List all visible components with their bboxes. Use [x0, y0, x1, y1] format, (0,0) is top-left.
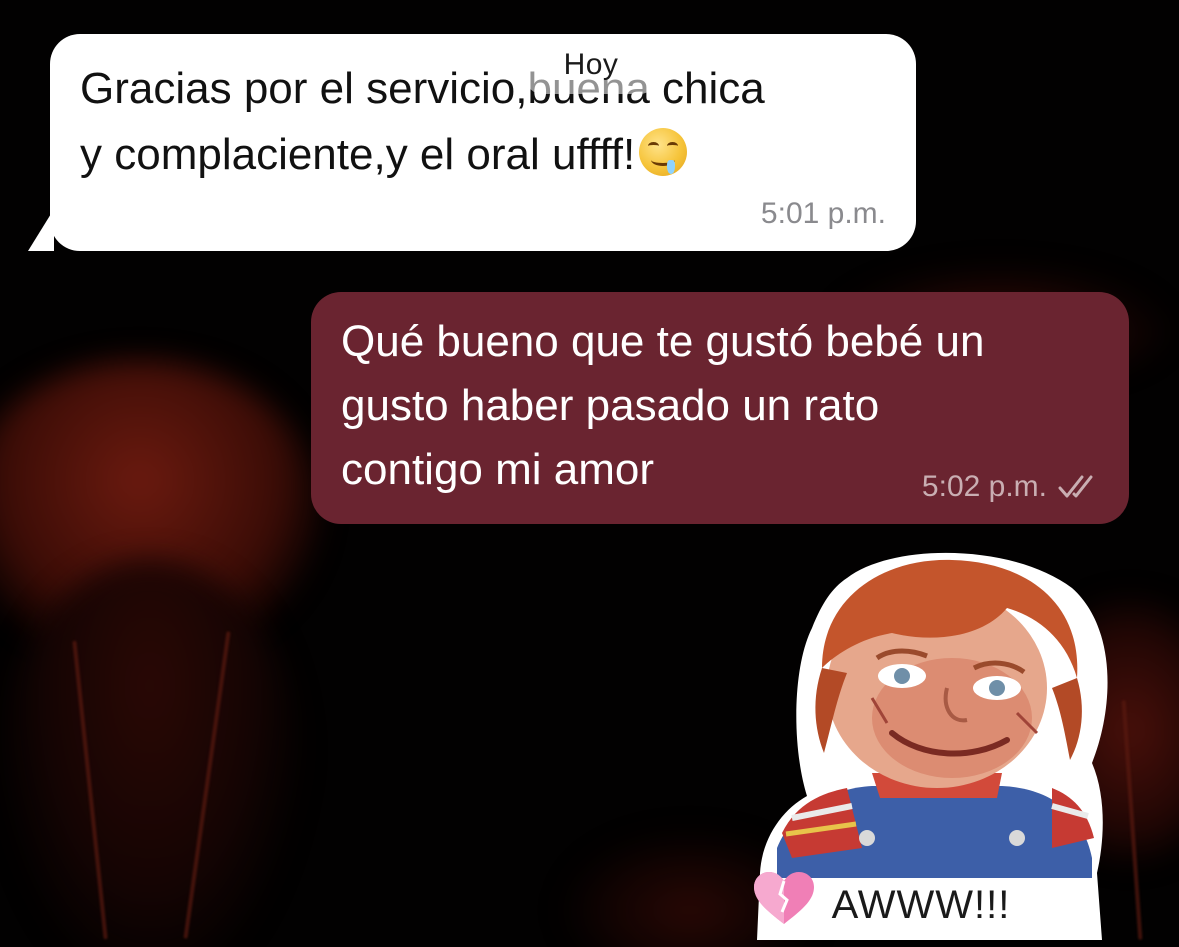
message-meta: 5:02 p.m. — [922, 470, 1101, 504]
message-timestamp: 5:02 p.m. — [921, 470, 1047, 503]
date-separator: Hoy — [526, 38, 656, 94]
message-line: gusto haber pasado un rato — [341, 381, 880, 430]
drooling-face-icon — [639, 128, 688, 176]
double-check-icon — [1057, 473, 1101, 501]
incoming-message-bubble[interactable]: Gracias por el servicio,buena chica y co… — [28, 34, 916, 251]
message-line: Qué bueno que te gustó bebé un — [341, 317, 985, 366]
sticker-caption: AWWW!!! — [831, 882, 1011, 927]
chat-screen: Hoy Gracias por el servicio,buena chica … — [0, 0, 1179, 947]
message-line: y complaciente,y el oral uffff! — [80, 122, 900, 188]
message-text: Gracias por el servicio,buena chica y co… — [80, 56, 900, 188]
bubble-tail — [28, 209, 54, 251]
date-label: Hoy — [563, 48, 619, 81]
message-line-text: y complaciente,y el oral uffff! — [80, 130, 636, 179]
chucky-doll-sticker[interactable]: AWWW!!! — [752, 548, 1112, 940]
outgoing-message-bubble[interactable]: Qué bueno que te gustó bebé un gusto hab… — [311, 292, 1129, 524]
message-line: Gracias por el servicio,buena chica — [80, 64, 765, 113]
message-timestamp: 5:01 p.m. — [760, 197, 886, 230]
sticker-caption-row: AWWW!!! — [752, 870, 1112, 940]
